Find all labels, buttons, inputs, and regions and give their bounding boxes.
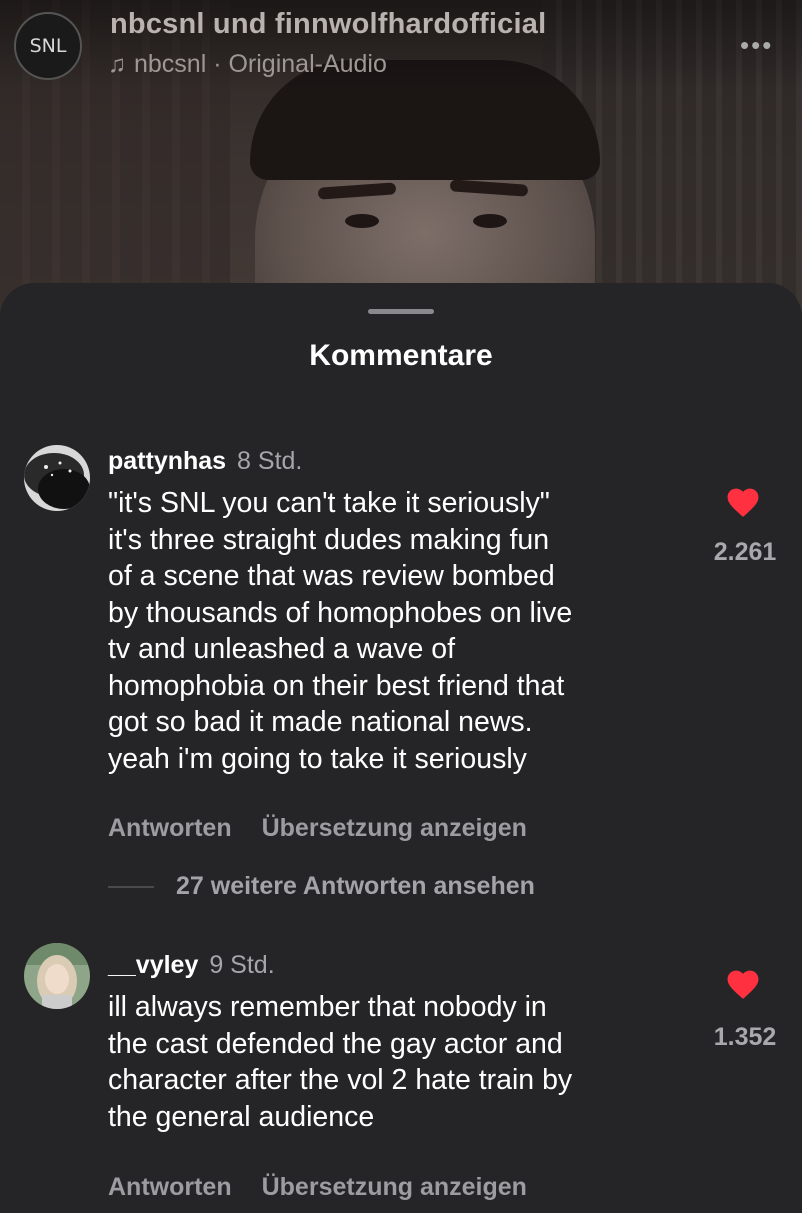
view-replies-label: 27 weitere Antworten ansehen [176, 872, 535, 900]
comment-text: "it's SNL you can't take it seriously" i… [108, 485, 688, 777]
comment-line: by thousands of homophobes on live [108, 596, 573, 629]
ellipsis-icon[interactable]: ••• [740, 30, 773, 61]
comment-line: homophobia on their best friend that [108, 669, 565, 702]
audio-row[interactable]: ♫ nbcsnl · Original-Audio [108, 50, 387, 79]
account-avatar[interactable]: SNL [14, 12, 82, 80]
avatar-text: SNL [29, 35, 67, 57]
comment-avatar[interactable] [24, 445, 90, 511]
translate-button[interactable]: Übersetzung anzeigen [262, 1173, 527, 1201]
comment-actions: Antworten Übersetzung anzeigen [108, 1173, 527, 1202]
like-count: 2.261 [713, 538, 777, 566]
avatar-image [24, 445, 90, 511]
replies-divider [108, 885, 154, 888]
sheet-title: Kommentare [309, 339, 493, 372]
sheet-grabber[interactable] [368, 309, 434, 314]
reply-button[interactable]: Antworten [108, 1173, 232, 1201]
heart-icon[interactable] [724, 484, 762, 518]
comment-line: ill always remember that nobody in [108, 991, 547, 1023]
comment-line: the general audience [108, 1100, 375, 1133]
comment-header: pattynhas 8 Std. [108, 447, 302, 476]
avatar-image [24, 943, 90, 1009]
comment-time: 9 Std. [209, 951, 275, 979]
reel-header: SNL nbcsnl und finnwolfhardofficial ♫ nb… [0, 0, 802, 90]
comment-line: character after the vol 2 hate train by [108, 1064, 573, 1096]
audio-label: nbcsnl · Original-Audio [134, 50, 387, 78]
comment-username[interactable]: pattynhas [108, 447, 226, 475]
right-eye [473, 214, 507, 228]
comment-line: yeah i'm going to take it seriously [108, 742, 527, 775]
translate-button[interactable]: Übersetzung anzeigen [262, 814, 527, 842]
like-count: 1.352 [713, 1023, 777, 1051]
comment-text: ill always remember that nobody in the c… [108, 989, 688, 1135]
comment-line: the cast defended the gay actor and [108, 1027, 563, 1060]
heart-icon[interactable] [724, 966, 762, 1000]
view-replies-button[interactable]: 27 weitere Antworten ansehen [108, 872, 535, 901]
comment-actions: Antworten Übersetzung anzeigen [108, 814, 527, 843]
account-names[interactable]: nbcsnl und finnwolfhardofficial [110, 8, 546, 41]
comment-line: "it's SNL you can't take it seriously" [108, 487, 550, 519]
comment-username[interactable]: __vyley [108, 951, 198, 979]
reply-button[interactable]: Antworten [108, 814, 232, 842]
comment-line: of a scene that was review bombed [108, 560, 555, 592]
comment-avatar[interactable] [24, 943, 90, 1009]
comment-line: it's three straight dudes making fun [108, 523, 550, 556]
comment-line: tv and unleashed a wave of [108, 633, 455, 665]
comment-time: 8 Std. [237, 447, 303, 475]
left-eye [345, 214, 379, 228]
music-note-icon: ♫ [108, 50, 126, 78]
comment-header: __vyley 9 Std. [108, 951, 275, 980]
comment-line: got so bad it made national news. [108, 706, 533, 738]
comments-sheet: Kommentare pattynhas 8 Std. "it's SNL yo… [0, 283, 802, 1213]
